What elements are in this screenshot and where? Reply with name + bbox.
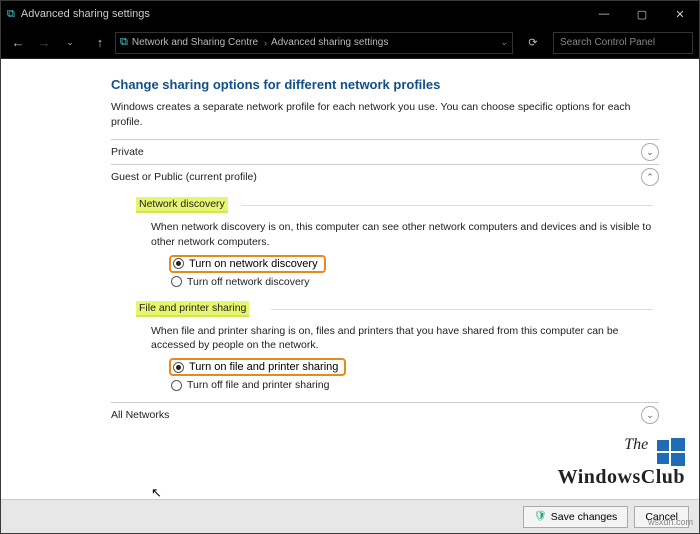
button-bar: 🛡 Save changes Cancel (1, 499, 699, 533)
radio-label: Turn off network discovery (187, 276, 310, 288)
radio-label: Turn on file and printer sharing (189, 361, 338, 373)
radio-fps-off[interactable]: Turn off file and printer sharing (171, 376, 659, 394)
chevron-right-icon: › (264, 38, 267, 48)
radio-netdisc-on[interactable]: Turn on network discovery (169, 255, 326, 273)
network-icon: ⧉ (120, 36, 128, 49)
chevron-down-icon: ⌄ (641, 406, 659, 424)
save-label: Save changes (551, 511, 618, 523)
recent-dropdown[interactable]: ⌄ (59, 32, 81, 54)
radio-fps-on[interactable]: Turn on file and printer sharing (169, 358, 346, 376)
window-title: Advanced sharing settings (21, 8, 585, 20)
maximize-button[interactable]: ▢ (623, 1, 661, 27)
divider (271, 309, 653, 310)
fps-desc: When file and printer sharing is on, fil… (151, 324, 653, 352)
network-discovery-desc: When network discovery is on, this compu… (151, 220, 653, 248)
section-label: Guest or Public (current profile) (111, 171, 641, 183)
section-guest: Guest or Public (current profile) ⌃ Netw… (111, 164, 659, 394)
divider (241, 205, 653, 206)
radio-icon (173, 362, 184, 373)
page-heading: Change sharing options for different net… (111, 77, 659, 92)
radio-icon (171, 380, 182, 391)
watermark: The WindowsClub (558, 436, 685, 489)
breadcrumb-item[interactable]: Network and Sharing Centre (132, 37, 258, 48)
search-input[interactable]: Search Control Panel (553, 32, 693, 54)
up-button[interactable]: ↑ (89, 32, 111, 54)
address-bar[interactable]: ⧉ Network and Sharing Centre › Advanced … (115, 32, 513, 54)
watermark-line2: WindowsClub (558, 466, 685, 488)
subgroup-network-discovery: Network discovery (136, 197, 228, 213)
section-private-header[interactable]: Private ⌄ (111, 140, 659, 164)
close-button[interactable]: ✕ (661, 1, 699, 27)
forward-button[interactable]: → (33, 32, 55, 54)
toolbar: ← → ⌄ ↑ ⧉ Network and Sharing Centre › A… (1, 27, 699, 59)
section-label: Private (111, 146, 641, 158)
save-button[interactable]: 🛡 Save changes (523, 506, 628, 528)
chevron-down-icon: ⌄ (641, 143, 659, 161)
radio-icon (171, 276, 182, 287)
breadcrumb-item[interactable]: Advanced sharing settings (271, 37, 388, 48)
shield-icon: 🛡 (534, 511, 547, 522)
page-intro: Windows creates a separate network profi… (111, 100, 659, 129)
window-titlebar: ⧉ Advanced sharing settings — ▢ ✕ (1, 1, 699, 27)
section-all-header[interactable]: All Networks ⌄ (111, 403, 659, 427)
section-private: Private ⌄ (111, 139, 659, 164)
radio-netdisc-off[interactable]: Turn off network discovery (171, 273, 659, 291)
radio-label: Turn on network discovery (189, 258, 318, 270)
subgroup-file-printer-sharing: File and printer sharing (136, 301, 249, 317)
app-icon: ⧉ (7, 8, 15, 21)
radio-icon (173, 258, 184, 269)
section-guest-header[interactable]: Guest or Public (current profile) ⌃ (111, 165, 659, 189)
search-placeholder: Search Control Panel (560, 37, 655, 48)
back-button[interactable]: ← (7, 32, 29, 54)
section-label: All Networks (111, 409, 641, 421)
section-all-networks: All Networks ⌄ (111, 402, 659, 427)
watermark-line1: The (624, 436, 648, 453)
chevron-up-icon: ⌃ (641, 168, 659, 186)
source-url: wsxdn.com (648, 517, 693, 527)
refresh-button[interactable]: ⟳ (521, 36, 545, 49)
radio-label: Turn off file and printer sharing (187, 379, 329, 391)
minimize-button[interactable]: — (585, 1, 623, 27)
windows-logo-icon (657, 438, 685, 466)
chevron-down-icon[interactable]: ⌄ (500, 37, 508, 48)
cursor-icon: ↖ (151, 485, 162, 501)
content-area: Change sharing options for different net… (1, 59, 699, 533)
